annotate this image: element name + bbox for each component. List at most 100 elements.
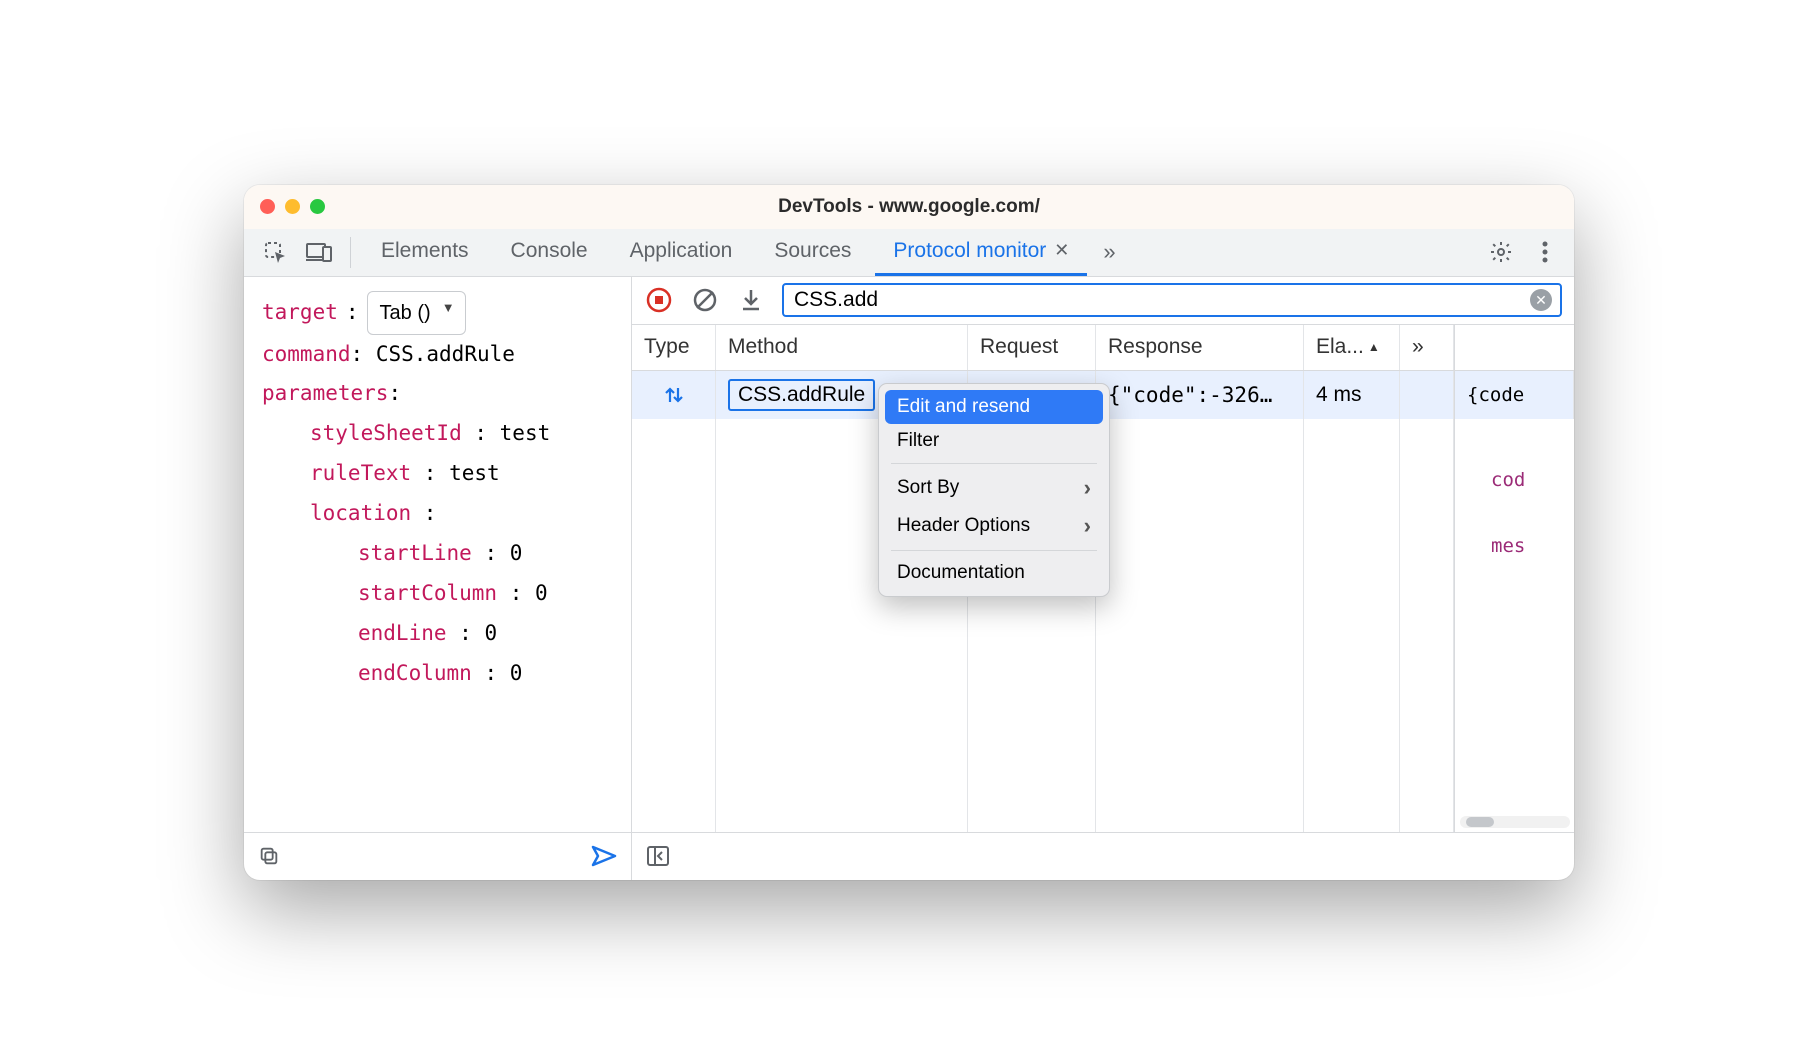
col-response[interactable]: Response [1096,325,1304,370]
clear-filter-icon[interactable]: ✕ [1530,289,1552,311]
detail-text: {code [1467,384,1524,406]
param-value: 0 [535,581,548,605]
send-command-icon[interactable] [591,845,617,867]
col-elapsed[interactable]: Ela... ▲ [1304,325,1400,370]
ctx-sort-by[interactable]: Sort By [885,469,1103,507]
detail-pane[interactable]: cod mes [1454,419,1574,832]
response-text: {"code":-326… [1108,383,1272,407]
col-label: Type [644,335,690,359]
tab-protocol-monitor[interactable]: Protocol monitor ✕ [875,229,1087,276]
tab-label: Application [630,239,733,263]
param-value: 0 [510,541,523,565]
grid-footer [632,832,1574,880]
param-value: test [449,461,500,485]
inspect-element-icon[interactable] [256,229,294,276]
param-key: endColumn [358,661,472,685]
tab-elements[interactable]: Elements [363,229,487,276]
param-value: 0 [484,621,497,645]
record-stop-icon[interactable] [644,285,674,315]
protocol-grid-panel: ✕ Type Method Request Response Ela... ▲ » [632,277,1574,880]
ctx-label: Documentation [897,562,1025,584]
ctx-separator [891,550,1097,551]
tabbar: Elements Console Application Sources Pro… [244,229,1574,277]
sort-asc-icon: ▲ [1368,340,1380,354]
titlebar: DevTools - www.google.com/ [244,185,1574,229]
col-type[interactable]: Type [632,325,716,370]
target-value: Tab () [380,302,431,324]
more-tabs-chevron-icon[interactable]: » [1093,229,1125,276]
ctx-documentation[interactable]: Documentation [885,556,1103,590]
copy-icon[interactable] [258,845,280,867]
cell-response: {"code":-326… [1096,371,1304,419]
tab-label: Sources [774,239,851,263]
tab-application[interactable]: Application [612,229,751,276]
col-label: Response [1108,335,1203,359]
close-window-button[interactable] [260,199,275,214]
cell-type [632,371,716,419]
grid-header: Type Method Request Response Ela... ▲ » [632,325,1574,371]
horizontal-scrollbar[interactable] [1460,816,1570,828]
ctx-label: Edit and resend [897,396,1030,418]
ctx-label: Sort By [897,477,959,499]
grid-toolbar: ✕ [632,277,1574,325]
cell-elapsed: 4 ms [1304,371,1400,419]
editor-footer [244,832,631,880]
detail-key: cod [1491,469,1525,491]
ctx-separator [891,463,1097,464]
more-columns-chevron-icon[interactable]: » [1400,325,1454,370]
toggle-sidebar-icon[interactable] [646,845,670,867]
tab-label: Elements [381,239,469,263]
param-value: test [500,421,551,445]
detail-header [1454,325,1574,370]
device-toolbar-icon[interactable] [300,229,338,276]
method-text: CSS.addRule [728,379,875,411]
tab-sources[interactable]: Sources [756,229,869,276]
tab-console[interactable]: Console [493,229,606,276]
minimize-window-button[interactable] [285,199,300,214]
kebab-menu-icon[interactable] [1526,229,1564,276]
param-key: endLine [358,621,447,645]
param-key: startColumn [358,581,497,605]
elapsed-text: 4 ms [1316,383,1362,407]
parameters-label: parameters [262,381,388,405]
command-editor[interactable]: target: Tab () command: CSS.addRule para… [244,277,631,832]
target-select[interactable]: Tab () [367,291,466,335]
grid-body: CSS.addRule {"sty {"code":-326… 4 ms {co… [632,371,1574,832]
cell-more [1400,371,1454,419]
col-label: Ela... [1316,335,1364,359]
clear-icon[interactable] [690,285,720,315]
target-label: target [262,293,338,333]
param-key: ruleText [310,461,411,485]
maximize-window-button[interactable] [310,199,325,214]
param-value: 0 [510,661,523,685]
command-label: command [262,342,351,366]
divider [350,237,351,268]
col-method[interactable]: Method [716,325,968,370]
scrollbar-thumb[interactable] [1466,817,1494,827]
filter-input[interactable] [794,288,1530,312]
param-location-label: location [310,501,411,525]
settings-gear-icon[interactable] [1482,229,1520,276]
request-response-arrow-icon [663,384,685,406]
close-tab-icon[interactable]: ✕ [1054,240,1069,261]
body: target: Tab () command: CSS.addRule para… [244,277,1574,880]
ctx-filter[interactable]: Filter [885,424,1103,458]
traffic-lights [260,199,325,214]
context-menu: Edit and resend Filter Sort By Header Op… [878,383,1110,597]
cell-detail: {code [1454,371,1574,419]
detail-key: mes [1491,535,1525,557]
filter-input-wrapper: ✕ [782,283,1562,317]
col-request[interactable]: Request [968,325,1096,370]
window-title: DevTools - www.google.com/ [244,196,1574,218]
ctx-header-options[interactable]: Header Options [885,507,1103,545]
param-key: startLine [358,541,472,565]
devtools-window: DevTools - www.google.com/ Elements Cons… [244,185,1574,880]
param-key: styleSheetId [310,421,462,445]
col-label: Method [728,335,798,359]
download-icon[interactable] [736,285,766,315]
col-label: Request [980,335,1058,359]
ctx-label: Filter [897,430,939,452]
ctx-label: Header Options [897,515,1030,537]
ctx-edit-resend[interactable]: Edit and resend [885,390,1103,424]
tab-label: Console [511,239,588,263]
